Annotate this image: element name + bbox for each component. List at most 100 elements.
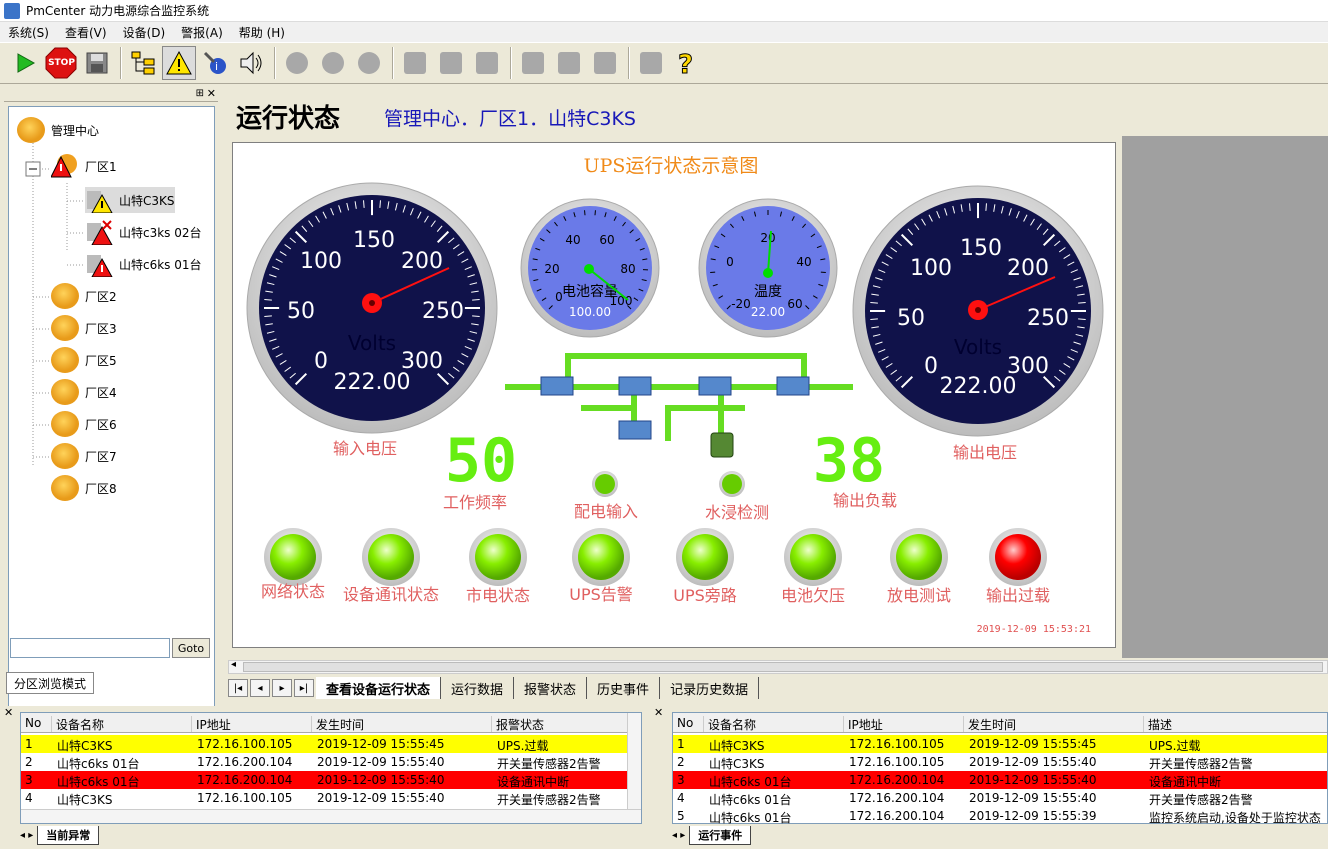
stop-button[interactable]: STOP <box>44 46 78 80</box>
column-header[interactable]: 发生时间 <box>311 716 364 732</box>
column-header[interactable]: No <box>21 716 41 732</box>
zone-browse-mode-tab[interactable]: 分区浏览模式 <box>6 672 94 694</box>
table-row[interactable]: 3 山特c6ks 01台 172.16.200.104 2019-12-09 15:5… <box>21 771 641 789</box>
vertical-scrollbar[interactable] <box>627 713 641 809</box>
tree-label-zone: 厂区6 <box>85 417 117 432</box>
menu-alarm[interactable]: 警报(A) <box>173 24 231 41</box>
console-button[interactable] <box>552 46 586 80</box>
refresh-button[interactable] <box>352 46 386 80</box>
data-button-3[interactable] <box>470 46 504 80</box>
tab-alarm-status[interactable]: 报警状态 <box>514 677 588 699</box>
column-header[interactable]: 设备名称 <box>51 716 104 732</box>
next-tab-button[interactable]: ▸ <box>272 679 292 697</box>
menu-view[interactable]: 查看(V) <box>57 24 115 41</box>
tree-item-zone[interactable]: 厂区2 <box>51 283 117 309</box>
menu-device[interactable]: 设备(D) <box>115 24 174 41</box>
tree-item-zone[interactable]: 厂区5 <box>51 347 117 373</box>
table-cell: 5 <box>677 809 685 823</box>
tab-record-history[interactable]: 记录历史数据 <box>660 677 760 699</box>
database-export-icon <box>440 52 462 74</box>
table-cell: 开关量传感器2告警 <box>1149 757 1253 771</box>
start-button[interactable] <box>8 46 42 80</box>
goto-button[interactable]: Goto <box>172 638 210 658</box>
table-row[interactable]: 1 山特C3KS 172.16.100.105 2019-12-09 15:55:45… <box>673 735 1327 753</box>
tree-item-zone1[interactable]: 厂区1 <box>51 153 117 179</box>
tab-history-events[interactable]: 历史事件 <box>587 677 661 699</box>
column-header[interactable]: 设备名称 <box>703 716 756 732</box>
tree-item-zone[interactable]: 厂区8 <box>51 475 117 501</box>
rectifier-block <box>540 376 574 396</box>
zoom-in-button[interactable] <box>280 46 314 80</box>
tab-device-status[interactable]: 查看设备运行状态 <box>316 677 442 699</box>
table-cell: 山特C3KS <box>709 757 765 771</box>
tree-item-device-1[interactable]: 山特C3KS <box>85 187 175 213</box>
device-info-button[interactable]: i <box>198 46 232 80</box>
tree-item-device-3[interactable]: 山特c6ks 01台 <box>85 251 202 277</box>
scroll-left-icon[interactable]: ◂ <box>231 659 236 670</box>
table-row[interactable]: 3 山特c6ks 01台 172.16.200.104 2019-12-09 15:5… <box>673 771 1327 789</box>
table-cell: 172.16.200.104 <box>849 773 945 787</box>
tab-run-data[interactable]: 运行数据 <box>441 677 515 699</box>
first-tab-button[interactable]: |◂ <box>228 679 248 697</box>
horizontal-scrollbar[interactable]: ◂ <box>228 659 1328 674</box>
ups-diagram: UPS运行状态示意图 100 150 200 50 250 0 300 Volt… <box>246 155 1104 635</box>
tools-button[interactable] <box>634 46 668 80</box>
sheet-nav-icon[interactable]: ◂ ▸ <box>20 830 33 841</box>
status-led-label: UPS旁路 <box>673 586 737 605</box>
charger-block <box>618 420 652 440</box>
sound-button[interactable] <box>234 46 268 80</box>
menu-help[interactable]: 帮助 (H) <box>231 24 293 41</box>
table-row[interactable]: 4 山特c6ks 01台 172.16.200.104 2019-12-09 15:5… <box>673 789 1327 807</box>
close-icon[interactable]: ✕ <box>207 87 216 100</box>
alarm-button[interactable] <box>162 46 196 80</box>
sheet-nav-icon[interactable]: ◂ ▸ <box>672 830 685 841</box>
horizontal-scrollbar[interactable] <box>21 809 641 823</box>
data-button-1[interactable] <box>398 46 432 80</box>
menu-system[interactable]: 系统(S) <box>0 24 57 41</box>
scroll-thumb[interactable] <box>243 662 1323 672</box>
ups-status-panel: UPS运行状态示意图 100 150 200 50 250 0 300 Volt… <box>232 142 1116 648</box>
table-cell: 2019-12-09 15:55:40 <box>969 791 1097 805</box>
column-header[interactable]: No <box>673 716 693 732</box>
table-cell: 山特c6ks 01台 <box>709 775 792 789</box>
table-cell: 设备通讯中断 <box>497 775 570 789</box>
tab-current-alarms[interactable]: 当前异常 <box>37 826 100 845</box>
column-header[interactable]: IP地址 <box>191 716 231 732</box>
data-button-2[interactable] <box>434 46 468 80</box>
table-row[interactable]: 4 山特C3KS 172.16.100.105 2019-12-09 15:55:40… <box>21 789 641 807</box>
table-cell: 172.16.100.105 <box>197 791 293 805</box>
tree-item-zone[interactable]: 厂区3 <box>51 315 117 341</box>
table-row[interactable]: 5 山特c6ks 01台 172.16.200.104 2019-12-09 15:5… <box>673 807 1327 825</box>
column-header[interactable]: 报警状态 <box>491 716 544 732</box>
prev-tab-button[interactable]: ◂ <box>250 679 270 697</box>
tree-item-device-2[interactable]: 山特c3ks 02台 <box>85 219 202 245</box>
table-cell: 172.16.100.105 <box>197 737 293 751</box>
tab-run-events[interactable]: 运行事件 <box>689 826 752 845</box>
zone-alarm-icon <box>51 154 77 178</box>
column-header[interactable]: IP地址 <box>843 716 883 732</box>
table-row[interactable]: 2 山特C3KS 172.16.100.105 2019-12-09 15:55:40… <box>673 753 1327 771</box>
column-header[interactable]: 发生时间 <box>963 716 1016 732</box>
close-icon[interactable]: ✕ <box>4 706 13 719</box>
svg-text:i: i <box>215 60 218 73</box>
table-row[interactable]: 2 山特c6ks 01台 172.16.200.104 2019-12-09 15:5… <box>21 753 641 771</box>
save-button[interactable] <box>80 46 114 80</box>
tree-view-button[interactable] <box>126 46 160 80</box>
pin-icon[interactable]: ⊞ <box>196 88 204 99</box>
zoom-out-button[interactable] <box>316 46 350 80</box>
network-button[interactable] <box>516 46 550 80</box>
power-flow-schematic <box>505 353 853 458</box>
tree-item-zone[interactable]: 厂区7 <box>51 443 117 469</box>
help-button[interactable]: ? <box>670 46 704 80</box>
table-cell: 3 <box>677 773 685 787</box>
table-row[interactable]: 1 山特C3KS 172.16.100.105 2019-12-09 15:55:45… <box>21 735 641 753</box>
tree-item-zone[interactable]: 厂区4 <box>51 379 117 405</box>
edit-button[interactable] <box>588 46 622 80</box>
tree-item-zone[interactable]: 厂区6 <box>51 411 117 437</box>
table-cell: 2019-12-09 15:55:40 <box>317 791 445 805</box>
tree-item-root[interactable]: 管理中心 <box>17 117 99 143</box>
last-tab-button[interactable]: ▸| <box>294 679 314 697</box>
close-icon[interactable]: ✕ <box>654 706 663 719</box>
column-header[interactable]: 描述 <box>1143 716 1172 732</box>
goto-input[interactable] <box>10 638 170 658</box>
